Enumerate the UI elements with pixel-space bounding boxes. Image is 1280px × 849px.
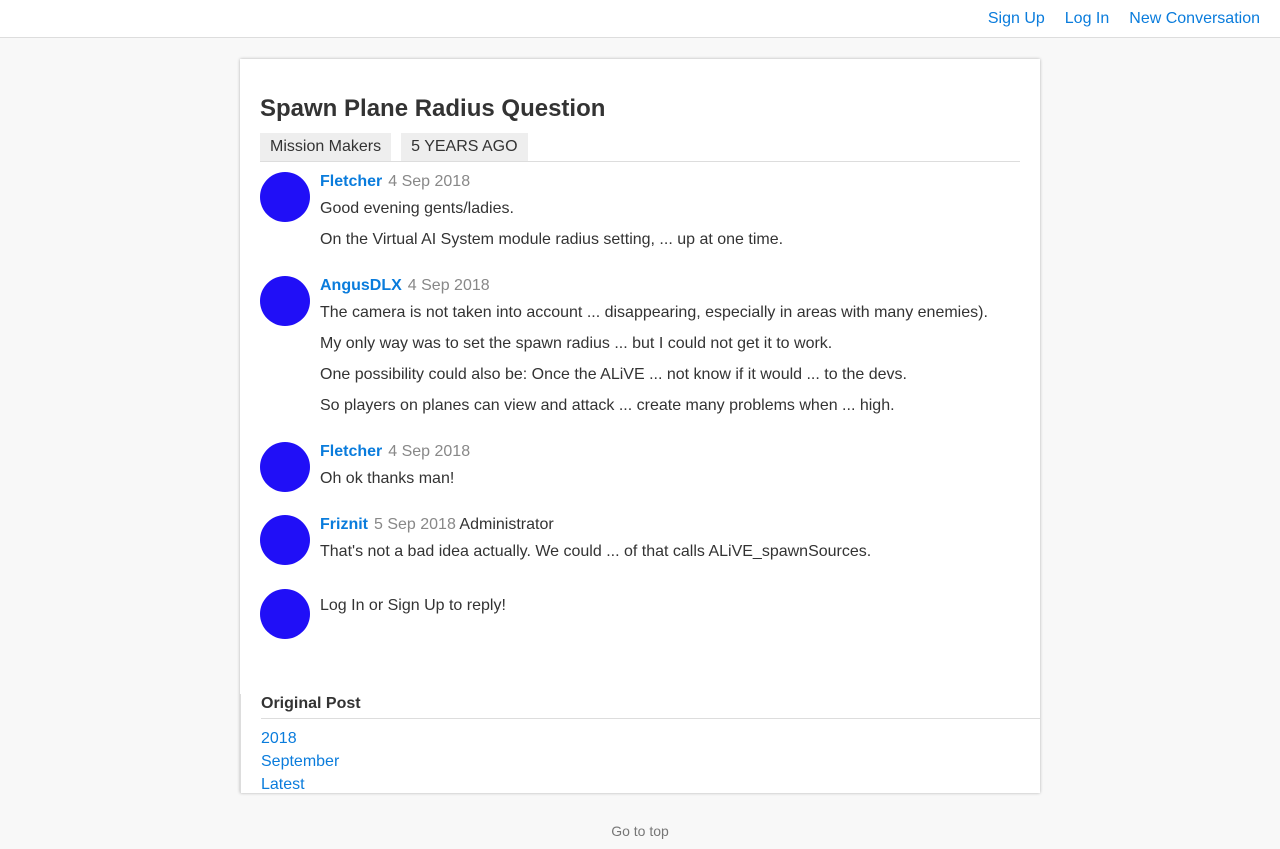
avatar[interactable] [260, 172, 310, 222]
post-body: AngusDLX 4 Sep 2018 The camera is not tak… [320, 276, 1020, 416]
post-meta: Fletcher 4 Sep 2018 [320, 442, 1020, 462]
scrubber-month-link[interactable]: September [261, 750, 339, 773]
reply-body: Log In or Sign Up to reply! [320, 596, 1020, 616]
header-nav: Sign Up Log In New Conversation [988, 9, 1260, 29]
post-paragraph: My only way was to set the spawn radius … [320, 335, 833, 352]
go-to-top-link[interactable]: Go to top [0, 823, 1280, 839]
author-link[interactable]: Fletcher [320, 173, 382, 190]
author-link[interactable]: Friznit [320, 516, 368, 533]
conversation-card: Spawn Plane Radius Question Mission Make… [240, 59, 1040, 793]
post-paragraph: One possibility could also be: Once the … [320, 366, 907, 383]
original-post-link[interactable]: Original Post [261, 694, 1041, 719]
post-paragraph: Good evening gents/ladies. [320, 200, 514, 217]
log-in-link[interactable]: Log In [1065, 9, 1109, 29]
post-date[interactable]: 4 Sep 2018 [408, 277, 490, 294]
author-link[interactable]: Fletcher [320, 443, 382, 460]
age-tag: 5 YEARS AGO [401, 133, 528, 161]
conversation-tags: Mission Makers 5 YEARS AGO [260, 133, 528, 161]
post-meta: Friznit 5 Sep 2018 Administrator [320, 515, 1020, 535]
post-date[interactable]: 4 Sep 2018 [388, 443, 470, 460]
post-body: Fletcher 4 Sep 2018 Oh ok thanks man! [320, 442, 1020, 489]
scrubber-latest-link[interactable]: Latest [261, 773, 339, 796]
conversation-title: Spawn Plane Radius Question [260, 95, 606, 122]
post-paragraph: The camera is not taken into account ...… [320, 304, 988, 321]
scrubber-list: 2018 September Latest [261, 727, 339, 796]
title-divider [260, 161, 1020, 162]
timeline-scrubber: Original Post 2018 September Latest [240, 694, 1041, 796]
post-date[interactable]: 4 Sep 2018 [388, 173, 470, 190]
post-date[interactable]: 5 Sep 2018 [374, 516, 456, 533]
avatar[interactable] [260, 442, 310, 492]
post-meta: AngusDLX 4 Sep 2018 [320, 276, 1020, 296]
post-meta: Fletcher 4 Sep 2018 [320, 172, 1020, 192]
avatar [260, 589, 310, 639]
avatar[interactable] [260, 276, 310, 326]
scrubber-year-link[interactable]: 2018 [261, 727, 339, 750]
reply-log-in-link[interactable]: Log In [320, 597, 364, 614]
reply-or-text: or [364, 597, 388, 614]
author-link[interactable]: AngusDLX [320, 277, 402, 294]
top-bar: Sign Up Log In New Conversation [0, 0, 1280, 38]
reply-prompt: Log In or Sign Up to reply! [320, 596, 1020, 616]
sign-up-link[interactable]: Sign Up [988, 9, 1045, 29]
post-paragraph: On the Virtual AI System module radius s… [320, 231, 784, 248]
post-body: Friznit 5 Sep 2018 Administrator That's n… [320, 515, 1020, 562]
role-badge: Administrator [459, 516, 554, 533]
new-conversation-link[interactable]: New Conversation [1129, 9, 1260, 29]
avatar[interactable] [260, 515, 310, 565]
post-paragraph: So players on planes can view and attack… [320, 397, 895, 414]
post-paragraph: That's not a bad idea actually. We could… [320, 543, 872, 560]
channel-tag[interactable]: Mission Makers [260, 133, 392, 161]
reply-sign-up-link[interactable]: Sign Up [388, 597, 445, 614]
post-paragraph: Oh ok thanks man! [320, 470, 455, 487]
post-body: Fletcher 4 Sep 2018 Good evening gents/la… [320, 172, 1020, 250]
reply-suffix-text: to reply! [444, 597, 506, 614]
